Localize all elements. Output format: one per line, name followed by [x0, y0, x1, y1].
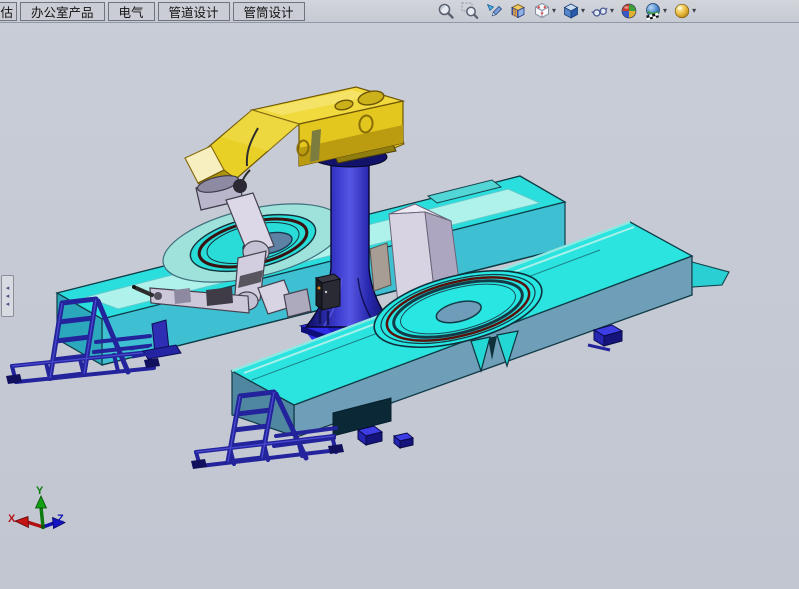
- panel-toggle-arrow-icon: ◂: [6, 285, 10, 292]
- tab-label: 管筒设计: [244, 2, 294, 21]
- display-style-button[interactable]: ▾: [561, 1, 586, 21]
- tab-label: 办公室产品: [31, 2, 94, 21]
- zoom-to-fit-button[interactable]: [436, 1, 456, 21]
- panel-toggle-arrow-icon: ◂: [6, 293, 10, 300]
- triad-y-label: Y: [36, 485, 44, 497]
- panel-toggle-arrow-icon: ◂: [6, 301, 10, 308]
- tab-tubing-design[interactable]: 管筒设计: [233, 2, 305, 21]
- tab-office-products[interactable]: 办公室产品: [20, 2, 105, 21]
- dropdown-arrow[interactable]: ▾: [552, 7, 556, 15]
- viewport-3d[interactable]: Y X Z: [0, 0, 799, 589]
- tab-piping-design[interactable]: 管道设计: [158, 2, 230, 21]
- dropdown-arrow[interactable]: ▾: [663, 7, 667, 15]
- view-settings-icon: [673, 2, 691, 20]
- tab-evaluate-clipped[interactable]: 估: [0, 2, 17, 21]
- display-style-icon: [562, 2, 580, 20]
- zoom-to-area-icon: [461, 2, 479, 20]
- previous-view-icon: [485, 2, 503, 20]
- previous-view-button[interactable]: [484, 1, 504, 21]
- section-view-icon: [509, 2, 527, 20]
- view-settings-button[interactable]: ▾: [672, 1, 697, 21]
- feature-panel-toggle[interactable]: ◂ ◂ ◂: [1, 275, 14, 317]
- dropdown-arrow[interactable]: ▾: [581, 7, 585, 15]
- zoom-to-fit-icon: [437, 2, 455, 20]
- apply-scene-icon: [644, 2, 662, 20]
- section-view-button[interactable]: [508, 1, 528, 21]
- hide-show-items-button[interactable]: ▾: [590, 1, 615, 21]
- dropdown-arrow[interactable]: ▾: [610, 7, 614, 15]
- edit-appearance-icon: [620, 2, 638, 20]
- zoom-to-area-button[interactable]: [460, 1, 480, 21]
- view-orientation-icon: [533, 2, 551, 20]
- tab-label: 估: [0, 2, 13, 21]
- tab-label: 管道设计: [169, 2, 219, 21]
- apply-scene-button[interactable]: ▾: [643, 1, 668, 21]
- heads-up-view-toolbar: ▾ ▾ ▾: [436, 1, 697, 21]
- tab-label: 电气: [119, 2, 144, 21]
- edit-appearance-button[interactable]: [619, 1, 639, 21]
- view-orientation-button[interactable]: ▾: [532, 1, 557, 21]
- tab-electrical[interactable]: 电气: [108, 2, 155, 21]
- triad-z-label: Z: [57, 513, 64, 525]
- command-toolbar: 估 办公室产品 电气 管道设计 管筒设计: [0, 0, 799, 23]
- dropdown-arrow[interactable]: ▾: [692, 7, 696, 15]
- triad-x-label: X: [8, 513, 16, 525]
- cad-application-window: Y X Z 估 办公室产品 电气 管道设计 管筒设计: [0, 0, 799, 589]
- command-manager-tabs: 估 办公室产品 电气 管道设计 管筒设计: [0, 0, 305, 23]
- hide-show-items-icon: [591, 2, 609, 20]
